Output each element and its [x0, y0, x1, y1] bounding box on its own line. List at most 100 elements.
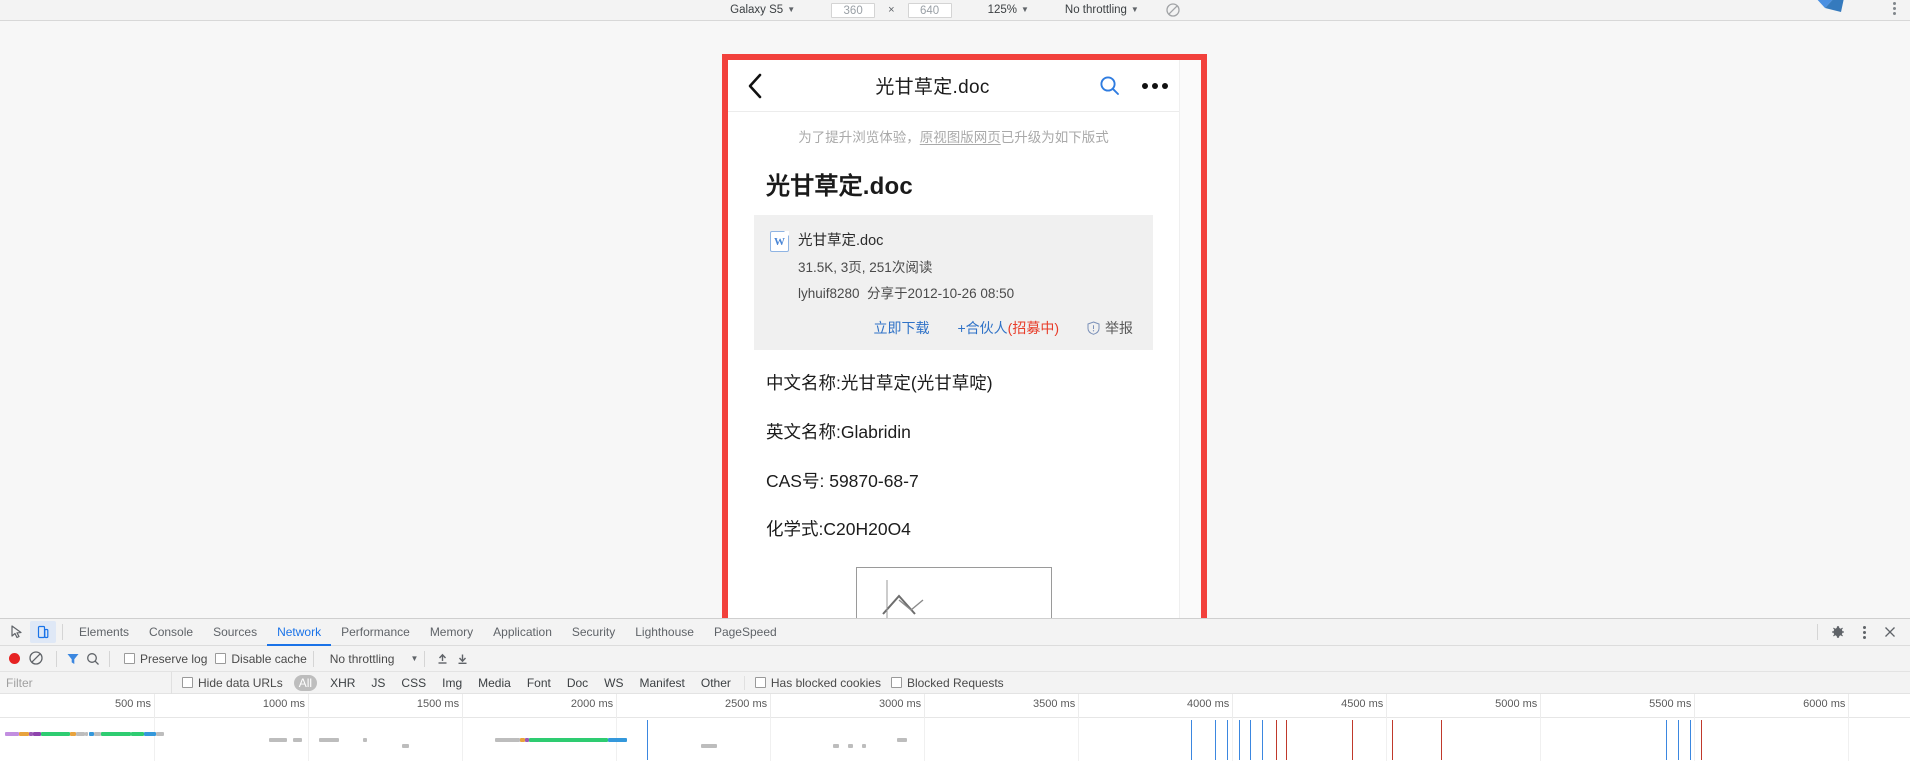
- tab-sources[interactable]: Sources: [203, 619, 267, 646]
- waterfall-request-bar: [76, 732, 86, 736]
- chevron-down-icon: ▼: [787, 5, 796, 14]
- chemical-structure-image: [855, 567, 1052, 618]
- timeline-tick: [308, 694, 310, 718]
- filter-chip-img[interactable]: Img: [439, 675, 465, 691]
- export-har-icon[interactable]: [453, 650, 471, 668]
- more-dots-icon[interactable]: [1131, 82, 1179, 89]
- blocked-requests-label: Blocked Requests: [906, 675, 1004, 690]
- timeline-tick: [1540, 694, 1542, 718]
- waterfall-request-bar: [607, 738, 628, 742]
- waterfall-request-bar: [131, 732, 145, 736]
- filter-chip-css[interactable]: CSS: [398, 675, 429, 691]
- back-chevron-icon[interactable]: [728, 72, 782, 100]
- more-vertical-icon[interactable]: [1852, 621, 1876, 643]
- download-button[interactable]: 立即下载: [873, 318, 929, 338]
- dot: [1893, 12, 1896, 15]
- filter-chip-ws[interactable]: WS: [601, 675, 626, 691]
- device-emulation-toolbar: Galaxy S5 ▼ 360 × 640 125% ▼ No throttli…: [0, 0, 1910, 21]
- word-doc-icon: [770, 231, 789, 252]
- waterfall-event-line: [1215, 720, 1217, 760]
- filter-chip-all[interactable]: All: [293, 674, 318, 691]
- timeline-tick: [616, 694, 618, 718]
- zoom-select[interactable]: 125% ▼: [988, 4, 1029, 16]
- document-content: 中文名称:光甘草定(光甘草啶) 英文名称:Glabridin CAS号: 598…: [728, 350, 1179, 618]
- gear-icon[interactable]: [1826, 621, 1850, 643]
- hide-data-urls-label: Hide data URLs: [198, 675, 283, 690]
- become-partner-button[interactable]: +合伙人(招募中): [957, 318, 1059, 338]
- toggle-device-toolbar-icon[interactable]: [30, 621, 56, 643]
- waterfall-gridline: [1232, 718, 1234, 761]
- close-icon[interactable]: [1878, 621, 1902, 643]
- tab-pagespeed[interactable]: PageSpeed: [704, 619, 787, 646]
- tab-console[interactable]: Console: [139, 619, 203, 646]
- preserve-log-checkbox[interactable]: Preserve log: [124, 652, 207, 666]
- search-icon[interactable]: [1087, 75, 1131, 96]
- network-throttling-select[interactable]: No throttling ▼: [330, 652, 419, 666]
- disable-cache-label: Disable cache: [231, 651, 307, 666]
- timeline-tick: [770, 694, 772, 718]
- throttling-select[interactable]: No throttling ▼: [1065, 4, 1139, 16]
- tab-lighthouse[interactable]: Lighthouse: [625, 619, 704, 646]
- blocked-requests-checkbox[interactable]: Blocked Requests: [890, 675, 1004, 690]
- filter-chip-font[interactable]: Font: [524, 675, 554, 691]
- waterfall-gridline: [462, 718, 464, 761]
- network-waterfall-overview[interactable]: [0, 718, 1910, 761]
- filter-chip-media[interactable]: Media: [475, 675, 514, 691]
- mobile-header: 光甘草定.doc: [728, 60, 1179, 112]
- notice-text-before: 为了提升浏览体验，: [798, 130, 920, 145]
- waterfall-request-bar: [33, 732, 42, 736]
- waterfall-event-line: [1250, 720, 1252, 760]
- filter-chip-manifest[interactable]: Manifest: [637, 675, 688, 691]
- tab-security[interactable]: Security: [562, 619, 625, 646]
- disable-cache-checkbox[interactable]: Disable cache: [215, 651, 307, 666]
- tab-elements[interactable]: Elements: [69, 619, 139, 646]
- waterfall-request-bar: [293, 738, 302, 742]
- devtools-tab-bar: Elements Console Sources Network Perform…: [0, 619, 1910, 646]
- waterfall-request-bar: [862, 744, 867, 748]
- filter-chip-other[interactable]: Other: [698, 675, 734, 691]
- import-har-icon[interactable]: [433, 650, 451, 668]
- timeline-tick-label: 3000 ms: [878, 698, 922, 710]
- search-icon[interactable]: [83, 650, 103, 668]
- page-scroll-gutter[interactable]: [1179, 60, 1201, 618]
- inspect-element-icon[interactable]: [4, 621, 30, 643]
- waterfall-request-bar: [41, 732, 70, 736]
- file-card-actions: 立即下载 +合伙人(招募中) 举报: [770, 302, 1137, 338]
- hide-data-urls-checkbox[interactable]: Hide data URLs: [182, 676, 283, 690]
- timeline-tick-label: 1000 ms: [262, 698, 306, 710]
- waterfall-event-line: [1677, 720, 1679, 760]
- filter-funnel-icon[interactable]: [63, 650, 83, 668]
- waterfall-gridline: [1848, 718, 1850, 761]
- tab-performance[interactable]: Performance: [331, 619, 420, 646]
- record-button[interactable]: [9, 653, 20, 664]
- tab-network[interactable]: Network: [267, 619, 332, 646]
- filter-chip-xhr[interactable]: XHR: [327, 675, 358, 691]
- tab-application[interactable]: Application: [483, 619, 562, 646]
- report-button[interactable]: 举报: [1087, 318, 1133, 338]
- filter-chip-doc[interactable]: Doc: [564, 675, 591, 691]
- viewport-width-input[interactable]: 360: [831, 2, 876, 18]
- waterfall-event-line: [1226, 720, 1228, 760]
- content-line: 英文名称:Glabridin: [766, 421, 911, 442]
- viewport-height-input[interactable]: 640: [907, 2, 952, 18]
- waterfall-gridline: [770, 718, 772, 761]
- timeline-tick: [1232, 694, 1234, 718]
- rotate-icon[interactable]: [1166, 3, 1180, 17]
- mobile-page: 光甘草定.doc 为了提升浏览体验，原视图版网页已升级为如下版式 光甘草定.do…: [728, 60, 1201, 618]
- divider: [1817, 624, 1818, 640]
- device-select[interactable]: Galaxy S5 ▼: [730, 4, 795, 16]
- dot: [1893, 2, 1896, 5]
- original-view-link[interactable]: 原视图版网页: [920, 130, 1001, 145]
- clear-icon[interactable]: [28, 650, 46, 668]
- dot: [1862, 630, 1866, 634]
- has-blocked-cookies-checkbox[interactable]: Has blocked cookies: [754, 676, 881, 690]
- timeline-tick-label: 3500 ms: [1033, 698, 1076, 710]
- browser-more-vertical-icon[interactable]: [1893, 2, 1896, 15]
- devtools-tab-bar-actions: [1811, 621, 1910, 643]
- tab-memory[interactable]: Memory: [420, 619, 483, 646]
- waterfall-request-bar: [69, 732, 77, 736]
- page-title: 光甘草定.doc: [875, 77, 990, 98]
- waterfall-event-line: [1262, 720, 1264, 760]
- filter-input[interactable]: Filter: [0, 671, 172, 694]
- filter-chip-js[interactable]: JS: [368, 675, 388, 691]
